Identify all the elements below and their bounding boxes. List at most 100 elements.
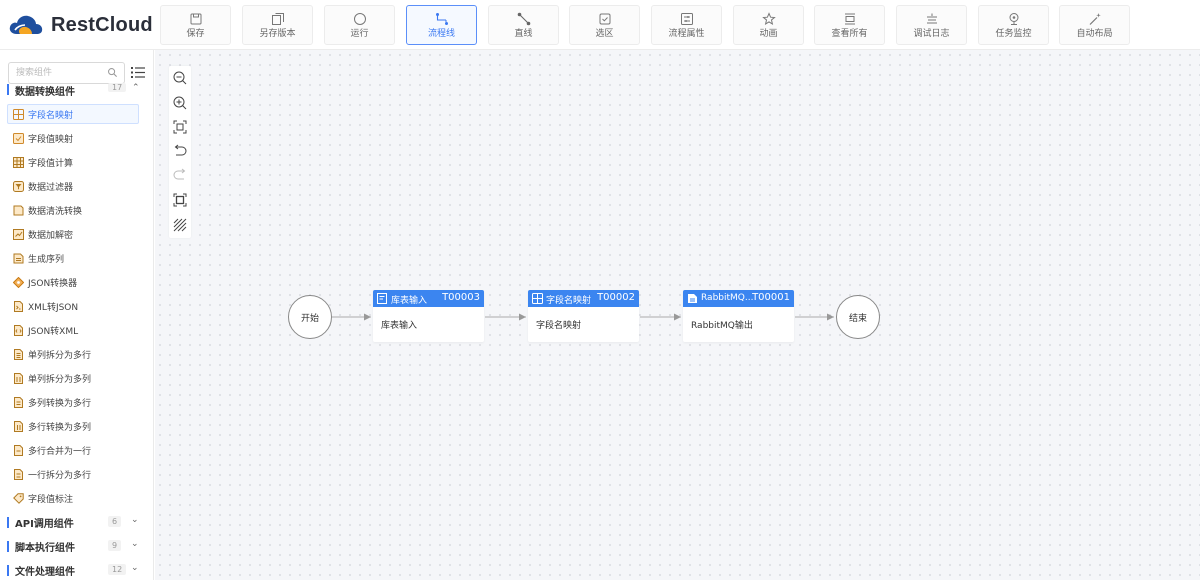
component-item[interactable]: XML转JSON xyxy=(7,296,139,316)
table-input-icon xyxy=(377,293,387,304)
field-mapping-icon xyxy=(532,293,543,304)
task-node-rabbitmq-output[interactable]: RabbitMQ... T00001 RabbitMQ输出 xyxy=(683,290,794,342)
group-header-file[interactable]: 文件处理组件 12 ⌄ xyxy=(7,562,147,578)
group-header-api[interactable]: API调用组件 6 ⌄ xyxy=(7,514,147,530)
json-converter-icon xyxy=(13,276,24,288)
start-label: 开始 xyxy=(300,313,319,324)
run-button[interactable]: 运行 xyxy=(324,5,395,45)
rows-to-columns-icon xyxy=(14,420,23,432)
app-header: RestCloud 保存 另存版本 运行 流程线 直线 选区 流程属性 动画 查… xyxy=(0,0,1200,50)
columns-to-rows-icon xyxy=(14,396,23,408)
group-marker xyxy=(7,517,9,528)
task-monitor-button[interactable]: 任务监控 xyxy=(978,5,1049,45)
node-id: T00002 xyxy=(597,292,635,303)
component-item[interactable]: 字段名映射 xyxy=(7,104,139,124)
component-item[interactable]: JSON转换器 xyxy=(7,272,139,292)
node-description: 字段名映射 xyxy=(536,321,582,331)
chevron-down-icon: ⌄ xyxy=(131,563,139,573)
group-marker xyxy=(7,84,9,95)
animation-button[interactable]: 动画 xyxy=(733,5,804,45)
component-item[interactable]: 多行转换为多列 xyxy=(7,416,139,436)
split-columns-icon xyxy=(14,372,23,384)
save-version-button[interactable]: 另存版本 xyxy=(242,5,313,45)
component-item[interactable]: 数据加解密 xyxy=(7,224,139,244)
brand-name: RestCloud xyxy=(51,13,153,36)
save-version-icon xyxy=(271,12,284,25)
node-name: 库表输入 xyxy=(391,296,428,306)
save-icon xyxy=(190,13,201,24)
split-rows-icon xyxy=(14,348,23,360)
run-icon xyxy=(353,12,366,25)
end-label: 结束 xyxy=(848,313,867,324)
straight-line-button[interactable]: 直线 xyxy=(488,5,559,45)
group-header-data-transform[interactable]: 数据转换组件 17 ⌃ xyxy=(7,83,147,96)
flow-canvas[interactable]: 开始 库表输入 T00003 库表输入 字段名映射 T00002 字段名映射 R… xyxy=(155,50,1200,580)
debug-log-icon xyxy=(926,13,937,23)
task-monitor-icon xyxy=(1009,12,1018,25)
node-header: RabbitMQ... T00001 xyxy=(683,290,794,307)
search-icon[interactable] xyxy=(107,67,118,78)
component-item[interactable]: 多列转换为多行 xyxy=(7,392,139,412)
component-sidebar: 数据转换组件 17 ⌃ 字段名映射 字段值映射 字段值计算 数据过滤器 数据清洗… xyxy=(0,50,154,580)
flow-line-button[interactable]: 流程线 xyxy=(406,5,477,45)
app-logo: RestCloud xyxy=(8,10,153,40)
component-item[interactable]: 数据过滤器 xyxy=(7,176,139,196)
group-title: 文件处理组件 xyxy=(15,567,75,578)
component-item[interactable]: 字段值映射 xyxy=(7,128,139,148)
list-view-icon[interactable] xyxy=(131,66,145,79)
component-item[interactable]: 字段值标注 xyxy=(7,488,139,508)
node-id: T00003 xyxy=(442,292,480,303)
auto-layout-button[interactable]: 自动布局 xyxy=(1059,5,1130,45)
select-area-button[interactable]: 选区 xyxy=(569,5,640,45)
search-input[interactable] xyxy=(9,63,104,83)
component-item[interactable]: 多行合并为一行 xyxy=(7,440,139,460)
group-title: API调用组件 xyxy=(15,519,74,530)
component-item[interactable]: 生成序列 xyxy=(7,248,139,268)
component-item[interactable]: 单列拆分为多列 xyxy=(7,368,139,388)
group-count: 6 xyxy=(108,516,122,527)
flow-properties-button[interactable]: 流程属性 xyxy=(651,5,722,45)
node-id: T00001 xyxy=(752,292,790,303)
merge-rows-icon xyxy=(14,444,23,456)
node-name: RabbitMQ... xyxy=(701,293,754,303)
group-header-script[interactable]: 脚本执行组件 9 ⌄ xyxy=(7,538,147,554)
auto-layout-icon xyxy=(1089,12,1101,25)
start-node[interactable]: 开始 xyxy=(288,295,332,339)
task-node-table-input[interactable]: 库表输入 T00003 库表输入 xyxy=(373,290,484,342)
data-clean-icon xyxy=(13,205,24,215)
data-filter-icon xyxy=(13,180,24,192)
select-area-icon xyxy=(599,13,610,24)
search-box xyxy=(8,62,125,84)
group-count: 9 xyxy=(108,540,122,551)
cloud-logo-icon xyxy=(9,15,43,34)
group-marker xyxy=(7,541,9,552)
value-mapping-icon xyxy=(13,132,24,144)
component-item[interactable]: 字段值计算 xyxy=(7,152,139,172)
end-node[interactable]: 结束 xyxy=(836,295,880,339)
rabbitmq-output-icon xyxy=(688,294,697,303)
task-node-field-mapping[interactable]: 字段名映射 T00002 字段名映射 xyxy=(528,290,639,342)
component-item[interactable]: JSON转XML xyxy=(7,320,139,340)
group-marker xyxy=(7,565,9,576)
view-all-icon xyxy=(844,13,855,24)
flow-properties-icon xyxy=(680,12,693,25)
flow-line-icon xyxy=(435,12,448,25)
chevron-down-icon: ⌄ xyxy=(131,515,139,525)
component-item[interactable]: 一行拆分为多行 xyxy=(7,464,139,484)
save-button[interactable]: 保存 xyxy=(160,5,231,45)
row-split-icon xyxy=(14,468,23,480)
debug-log-button[interactable]: 调试日志 xyxy=(896,5,967,45)
node-name: 字段名映射 xyxy=(546,296,592,306)
group-count: 17 xyxy=(108,83,127,92)
xml-file-icon xyxy=(14,300,23,312)
component-item[interactable]: 数据清洗转换 xyxy=(7,200,139,220)
value-calc-icon xyxy=(13,156,24,168)
component-item[interactable]: 单列拆分为多行 xyxy=(7,344,139,364)
group-count: 12 xyxy=(108,564,127,575)
node-description: 库表输入 xyxy=(381,321,418,331)
chevron-down-icon: ⌄ xyxy=(131,539,139,549)
node-header: 库表输入 T00003 xyxy=(373,290,484,307)
view-all-button[interactable]: 查看所有 xyxy=(814,5,885,45)
group-title: 数据转换组件 xyxy=(15,87,75,96)
encrypt-icon xyxy=(13,228,24,240)
